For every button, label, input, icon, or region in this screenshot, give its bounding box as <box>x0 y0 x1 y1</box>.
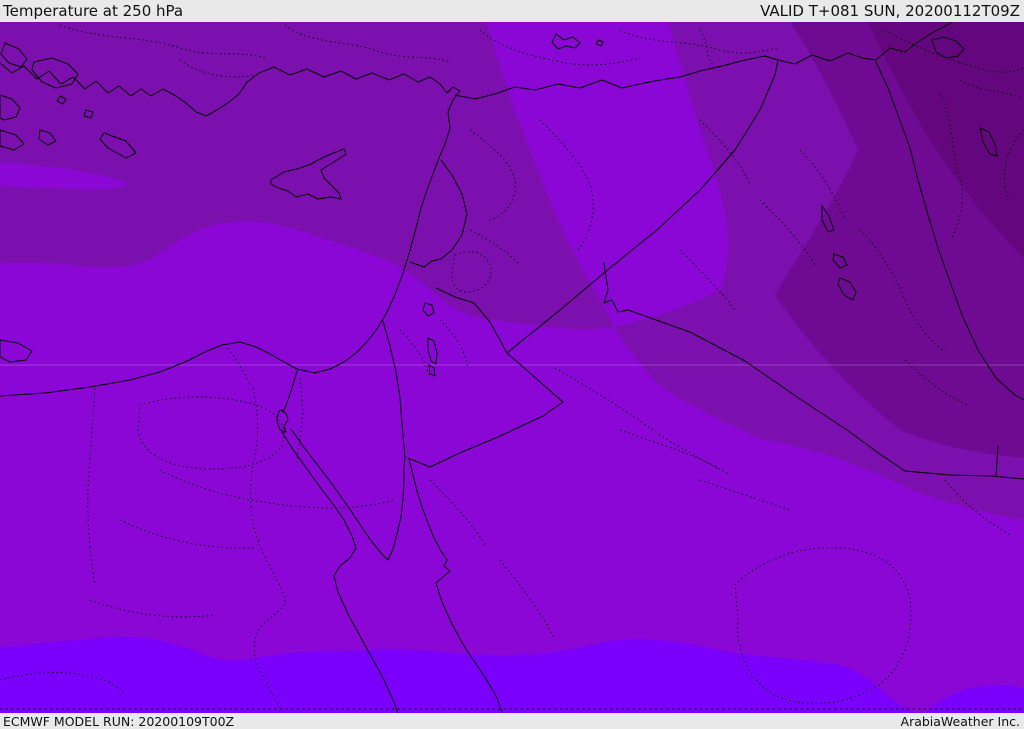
header-bar: Temperature at 250 hPa VALID T+081 SUN, … <box>0 0 1024 22</box>
page-title: Temperature at 250 hPa <box>3 2 184 20</box>
temperature-map-canvas <box>0 22 1024 713</box>
valid-time-label: VALID T+081 SUN, 20200112T09Z <box>760 2 1020 20</box>
weather-map-window: Temperature at 250 hPa VALID T+081 SUN, … <box>0 0 1024 729</box>
model-run-label: ECMWF MODEL RUN: 20200109T00Z <box>3 713 235 729</box>
footer-bar: ECMWF MODEL RUN: 20200109T00Z ArabiaWeat… <box>0 713 1024 729</box>
provider-label: ArabiaWeather Inc. <box>900 713 1020 729</box>
